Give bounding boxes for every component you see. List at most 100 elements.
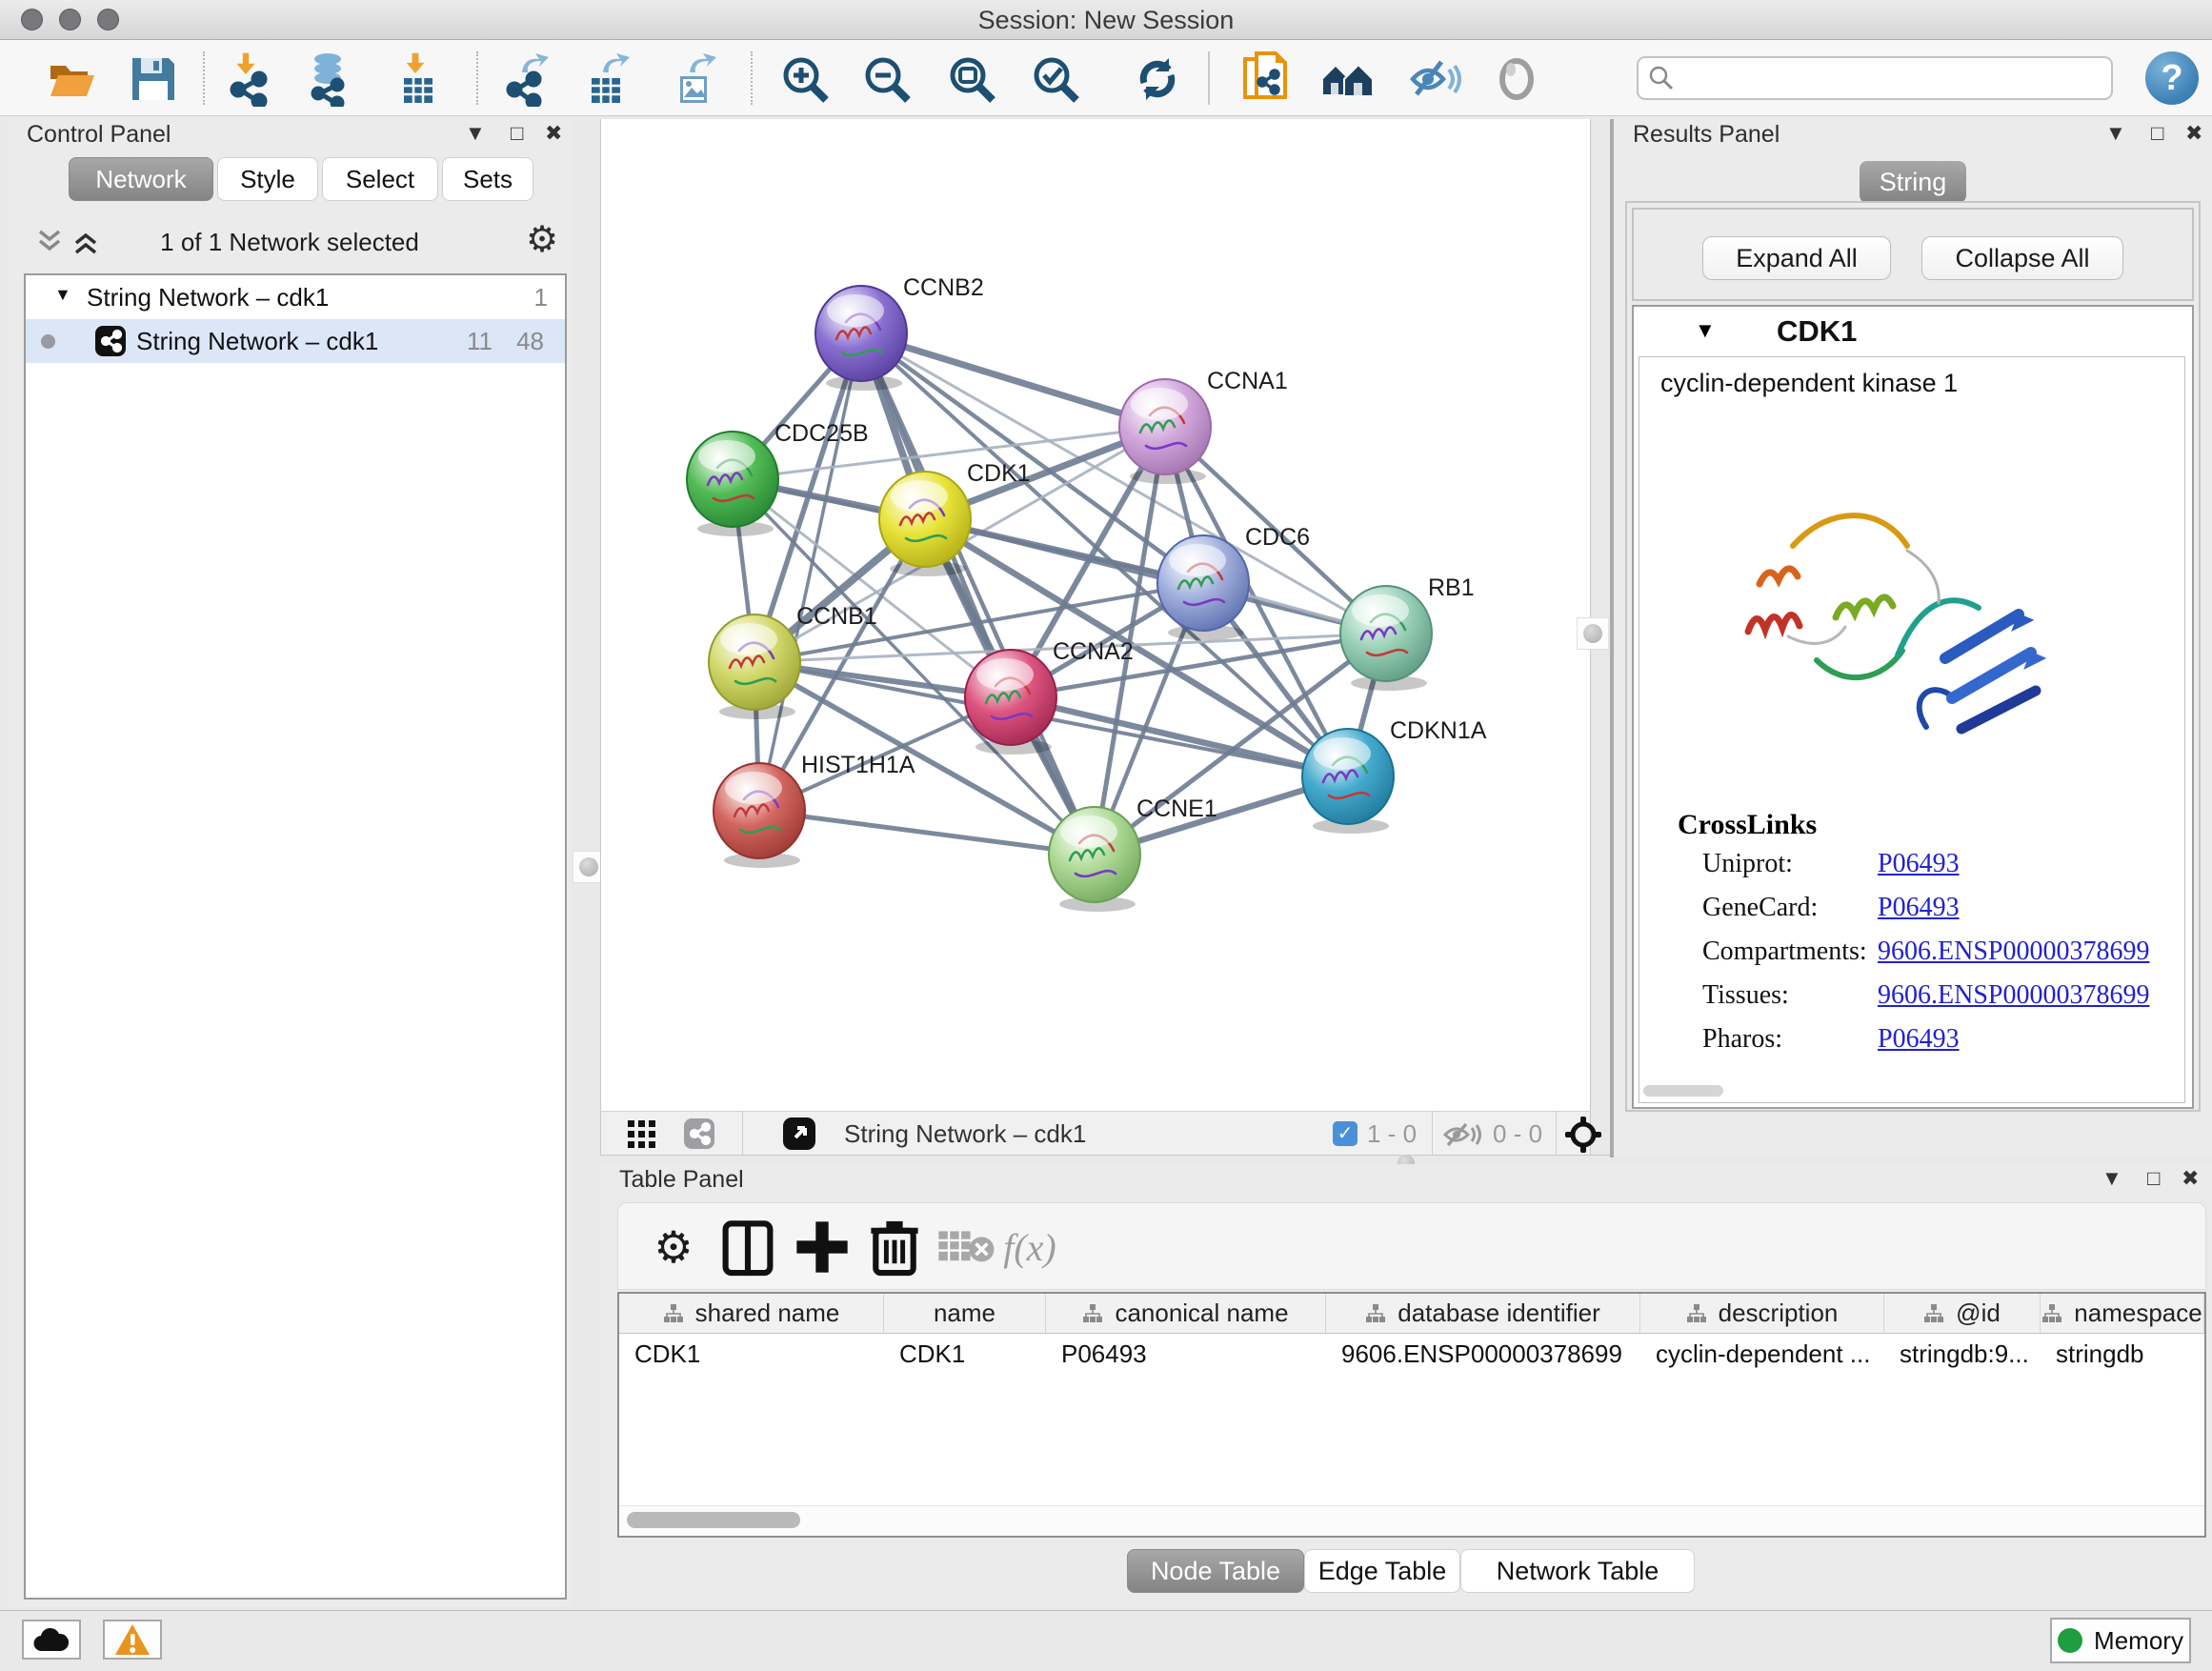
zoom-selected-button[interactable] [1026,50,1085,109]
column-header-name[interactable]: name [884,1294,1046,1333]
string-view-icon[interactable] [683,1117,715,1150]
tissues-link[interactable]: 9606.ENSP00000378699 [1878,980,2149,1011]
memory-button[interactable]: Memory [2050,1618,2191,1663]
pharos-link[interactable]: P06493 [1878,1024,1960,1055]
export-image-button[interactable] [665,50,724,109]
network-edge-CDK1-RB1[interactable] [925,519,1386,634]
import-table-from-file-button[interactable] [389,50,448,109]
tab-string[interactable]: String [1860,161,1966,203]
column-header-canonical-name[interactable]: canonical name [1046,1294,1326,1333]
tab-edge-table[interactable]: Edge Table [1304,1549,1460,1593]
table-cell[interactable]: stringdb:9... [1884,1334,2041,1374]
tab-sets[interactable]: Sets [442,157,533,201]
tab-network-table[interactable]: Network Table [1460,1549,1695,1593]
import-network-from-database-button[interactable] [299,50,358,109]
delete-table-icon[interactable] [936,1217,997,1278]
network-node-CCNE1[interactable]: CCNE1 [1049,795,1217,912]
network-canvas[interactable]: CCNB2CCNA1CDC25BCDK1CDC6RB1CCNB1CCNA2CDK… [600,119,1591,1111]
collapse-panel-icon[interactable]: ▼ [2105,121,2126,146]
network-node-HIST1H1A[interactable]: HIST1H1A [714,752,915,868]
genecard-link[interactable]: P06493 [1878,893,1960,923]
tab-node-table[interactable]: Node Table [1127,1549,1304,1593]
refresh-view-button[interactable] [1128,50,1187,109]
export-table-button[interactable] [578,50,637,109]
network-node-CCNA2[interactable]: CCNA2 [965,638,1134,755]
warnings-button[interactable] [103,1620,162,1660]
tab-network[interactable]: Network [69,157,213,201]
collapse-panel-icon[interactable]: ▼ [465,121,486,146]
network-edge-CCNB2-CCNA1[interactable] [861,333,1165,427]
network-edge-HIST1H1A-CCNE1[interactable] [759,811,1095,855]
table-row[interactable]: CDK1CDK1P064939606.ENSP00000378699cyclin… [619,1334,2204,1374]
expand-all-button[interactable]: Expand All [1702,236,1891,280]
table-cell[interactable]: CDK1 [619,1334,884,1374]
search-input[interactable] [1675,64,2111,92]
float-panel-icon[interactable]: □ [2147,1166,2160,1191]
save-session-button[interactable] [124,50,183,109]
results-scrollbar[interactable] [1643,1085,1723,1097]
network-node-CDKN1A[interactable]: CDKN1A [1302,717,1487,834]
network-options-gear-icon[interactable]: ⚙ [526,218,558,261]
uniprot-link[interactable]: P06493 [1878,849,1960,879]
network-from-file-button[interactable] [1236,50,1295,109]
create-column-plus-icon[interactable] [792,1217,853,1278]
network-node-CDC25B[interactable]: CDC25B [687,420,869,536]
string-home-button[interactable] [1318,50,1377,109]
function-builder-button[interactable]: f(x) [999,1217,1060,1278]
search-field[interactable] [1637,56,2113,100]
birds-eye-view-icon[interactable] [782,1117,816,1151]
network-node-CCNB1[interactable]: CCNB1 [709,603,877,719]
export-network-button[interactable] [499,50,558,109]
delete-column-trash-icon[interactable] [864,1217,925,1278]
collapse-panel-icon[interactable]: ▼ [2101,1166,2122,1191]
network-graph[interactable]: CCNB2CCNA1CDC25BCDK1CDC6RB1CCNB1CCNA2CDK… [601,119,1590,1111]
table-cell[interactable]: cyclin-dependent ... [1640,1334,1884,1374]
scrollbar-thumb[interactable] [627,1512,800,1528]
network-node-RB1[interactable]: RB1 [1340,574,1475,691]
close-panel-icon[interactable]: ✖ [2185,121,2202,146]
table-options-gear-icon[interactable]: ⚙ [643,1217,704,1278]
hierarchy-icon [663,1303,684,1324]
cloud-services-button[interactable] [22,1620,81,1660]
zoom-in-button[interactable] [775,50,835,109]
network-row[interactable]: String Network – cdk1 11 48 [26,319,565,363]
help-button[interactable]: ? [2145,51,2199,105]
right-splitter-handle[interactable] [1577,617,1609,650]
close-panel-icon[interactable]: ✖ [2182,1166,2199,1191]
float-panel-icon[interactable]: □ [511,121,523,146]
node-label-CDC6: CDC6 [1245,524,1310,551]
column-header-namespace[interactable]: namespace [2041,1294,2204,1333]
tree-expander-icon[interactable]: ▼ [54,285,71,305]
zoom-out-button[interactable] [857,50,916,109]
table-cell[interactable]: 9606.ENSP00000378699 [1326,1334,1640,1374]
show-hide-columns-icon[interactable] [717,1217,778,1278]
selected-checkbox-icon[interactable]: ✓ [1333,1121,1357,1146]
compartments-link[interactable]: 9606.ENSP00000378699 [1878,936,2149,967]
network-node-CCNB2[interactable]: CCNB2 [815,274,984,391]
entry-expander-icon[interactable]: ▼ [1695,318,1716,343]
table-cell[interactable]: P06493 [1046,1334,1326,1374]
hide-unhide-button[interactable] [1404,50,1463,109]
table-cell[interactable]: CDK1 [884,1334,1046,1374]
column-header-shared-name[interactable]: shared name [619,1294,884,1333]
close-panel-icon[interactable]: ✖ [545,121,562,146]
show-graphics-details-button[interactable] [1487,50,1546,109]
float-panel-icon[interactable]: □ [2151,121,2163,146]
network-node-CCNA1[interactable]: CCNA1 [1119,368,1288,484]
table-horizontal-scrollbar[interactable] [619,1505,2204,1534]
table-cell[interactable]: stringdb [2041,1334,2204,1374]
column-header-description[interactable]: description [1640,1294,1884,1333]
zoom-fit-button[interactable] [942,50,1001,109]
import-network-from-file-button[interactable] [221,50,280,109]
tab-style[interactable]: Style [217,157,318,201]
network-edge-CCNB2-HIST1H1A[interactable] [759,333,861,811]
column-header-database-identifier[interactable]: database identifier [1326,1294,1640,1333]
column-header-label: @id [1956,1299,2001,1328]
collapse-all-button[interactable]: Collapse All [1921,236,2123,280]
column-header--id[interactable]: @id [1884,1294,2041,1333]
tab-select[interactable]: Select [322,157,438,201]
grid-view-icon[interactable] [628,1120,656,1149]
open-session-button[interactable] [42,50,101,109]
network-collection-row[interactable]: ▼ String Network – cdk1 1 [26,275,565,319]
fit-selected-crosshair-icon[interactable] [1565,1117,1601,1153]
